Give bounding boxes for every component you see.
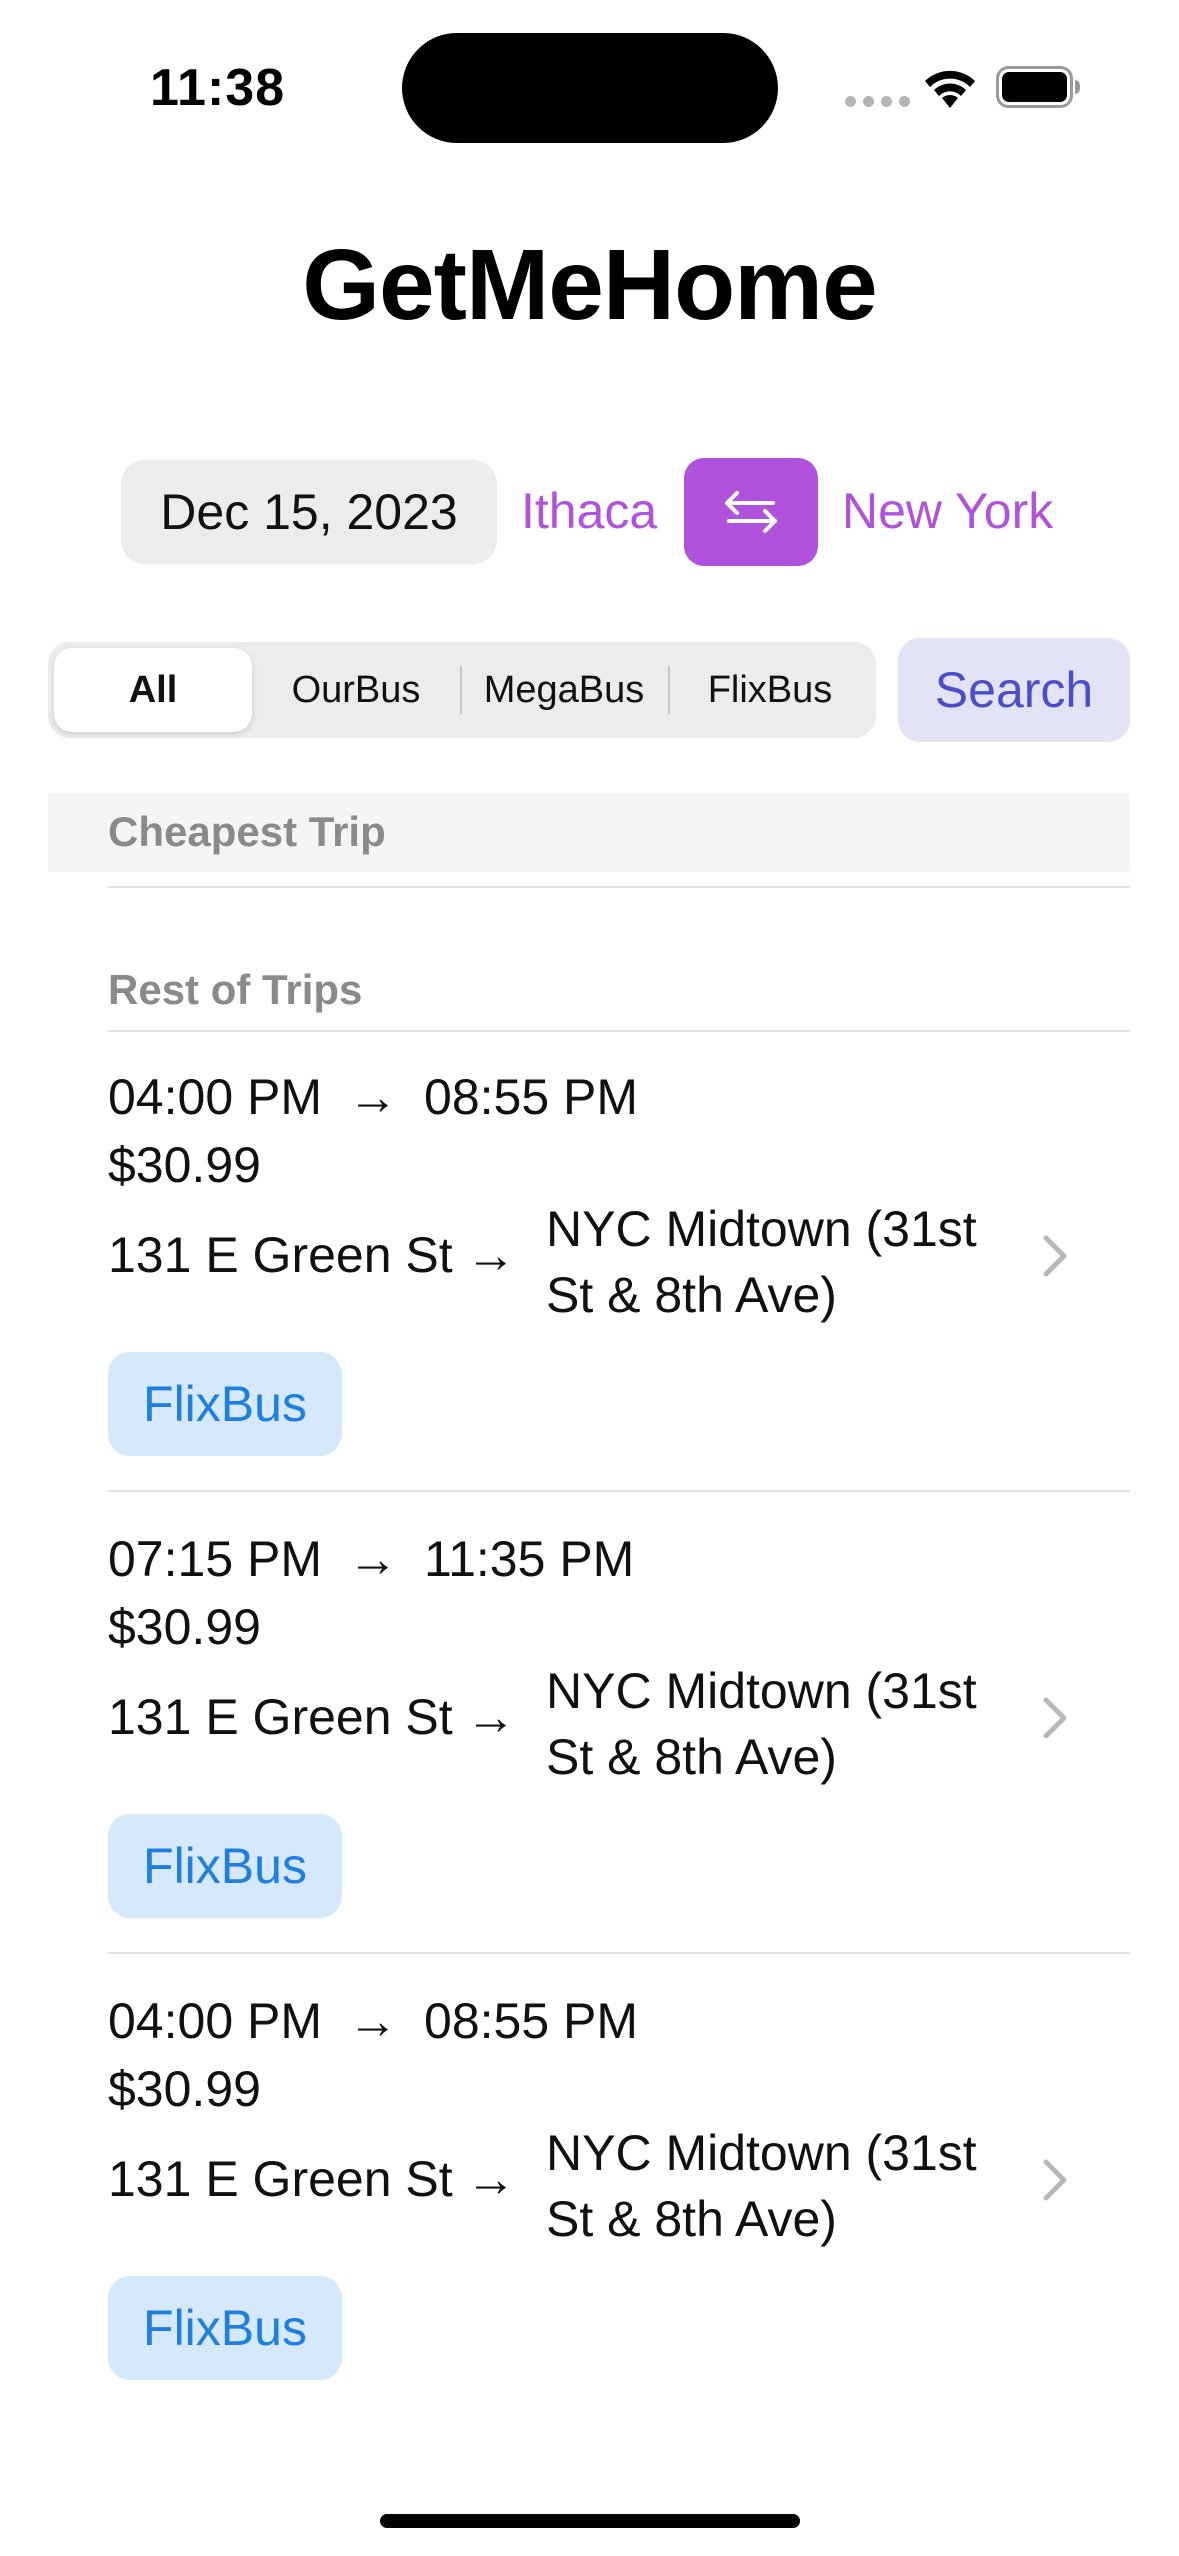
right-arrow-icon: → bbox=[348, 1993, 399, 2049]
arrival-stop: NYC Midtown (31st St & 8th Ave) bbox=[546, 1201, 977, 1323]
app-title: GetMeHome bbox=[302, 229, 877, 341]
arrival-time: 08:55 PM bbox=[424, 1069, 639, 1125]
chevron-right-icon bbox=[1043, 1235, 1067, 1277]
chevron-right-icon bbox=[1043, 2159, 1067, 2201]
trip-row[interactable]: 04:00 PM → 08:55 PM $30.99 131 E Green S… bbox=[0, 1954, 1179, 2394]
trip-times: 04:00 PM → 08:55 PM bbox=[108, 1068, 638, 1126]
departure-stop: 131 E Green St bbox=[108, 1227, 453, 1283]
right-arrow-icon: → bbox=[466, 1227, 516, 1283]
trip-price: $30.99 bbox=[108, 2061, 261, 2117]
home-indicator[interactable] bbox=[380, 2514, 800, 2528]
segment-flixbus[interactable]: FlixBus bbox=[670, 648, 870, 732]
departure-stop: 131 E Green St bbox=[108, 1689, 453, 1745]
departure-stop: 131 E Green St bbox=[108, 2151, 453, 2207]
operator-badge: FlixBus bbox=[108, 1814, 342, 1918]
swap-cities-button[interactable] bbox=[684, 458, 818, 566]
operator-badge: FlixBus bbox=[108, 2276, 342, 2380]
trip-times: 04:00 PM → 08:55 PM bbox=[108, 1992, 638, 2050]
rest-of-trips-label: Rest of Trips bbox=[108, 966, 363, 1013]
destination-city-button[interactable]: New York bbox=[842, 482, 1053, 540]
divider bbox=[108, 886, 1130, 888]
arrival-time: 11:35 PM bbox=[424, 1531, 635, 1587]
battery-icon bbox=[996, 66, 1080, 108]
origin-city-button[interactable]: Ithaca bbox=[521, 482, 657, 540]
trip-times: 07:15 PM → 11:35 PM bbox=[108, 1530, 634, 1588]
cellular-signal-icon bbox=[845, 96, 910, 107]
arrival-stop: NYC Midtown (31st St & 8th Ave) bbox=[546, 1663, 977, 1785]
segment-ourbus[interactable]: OurBus bbox=[254, 648, 458, 732]
arrival-stop: NYC Midtown (31st St & 8th Ave) bbox=[546, 2125, 977, 2247]
right-arrow-icon: → bbox=[466, 2151, 516, 2207]
cheapest-trip-label: Cheapest Trip bbox=[108, 808, 386, 855]
operator-badge: FlixBus bbox=[108, 1352, 342, 1456]
operator-filter-segmented-control: All OurBus MegaBus FlixBus bbox=[48, 642, 876, 738]
date-picker[interactable]: Dec 15, 2023 bbox=[121, 460, 497, 564]
status-time: 11:38 bbox=[150, 59, 286, 117]
right-arrow-icon: → bbox=[348, 1069, 399, 1125]
segment-megabus[interactable]: MegaBus bbox=[462, 648, 666, 732]
trip-price: $30.99 bbox=[108, 1599, 261, 1655]
trip-row[interactable]: 07:15 PM → 11:35 PM $30.99 131 E Green S… bbox=[0, 1492, 1179, 1932]
departure-time: 07:15 PM bbox=[108, 1531, 323, 1587]
departure-time: 04:00 PM bbox=[108, 1069, 323, 1125]
dynamic-island bbox=[402, 33, 778, 143]
right-arrow-icon: → bbox=[466, 1689, 516, 1745]
arrival-time: 08:55 PM bbox=[424, 1993, 639, 2049]
departure-time: 04:00 PM bbox=[108, 1993, 323, 2049]
trip-price: $30.99 bbox=[108, 1137, 261, 1193]
segment-all[interactable]: All bbox=[54, 648, 252, 732]
chevron-right-icon bbox=[1043, 1697, 1067, 1739]
wifi-icon bbox=[925, 70, 975, 108]
right-arrow-icon: → bbox=[348, 1531, 399, 1587]
trip-row[interactable]: 04:00 PM → 08:55 PM $30.99 131 E Green S… bbox=[0, 1030, 1179, 1470]
search-button[interactable]: Search bbox=[898, 638, 1130, 742]
swap-arrows-icon bbox=[725, 491, 777, 533]
